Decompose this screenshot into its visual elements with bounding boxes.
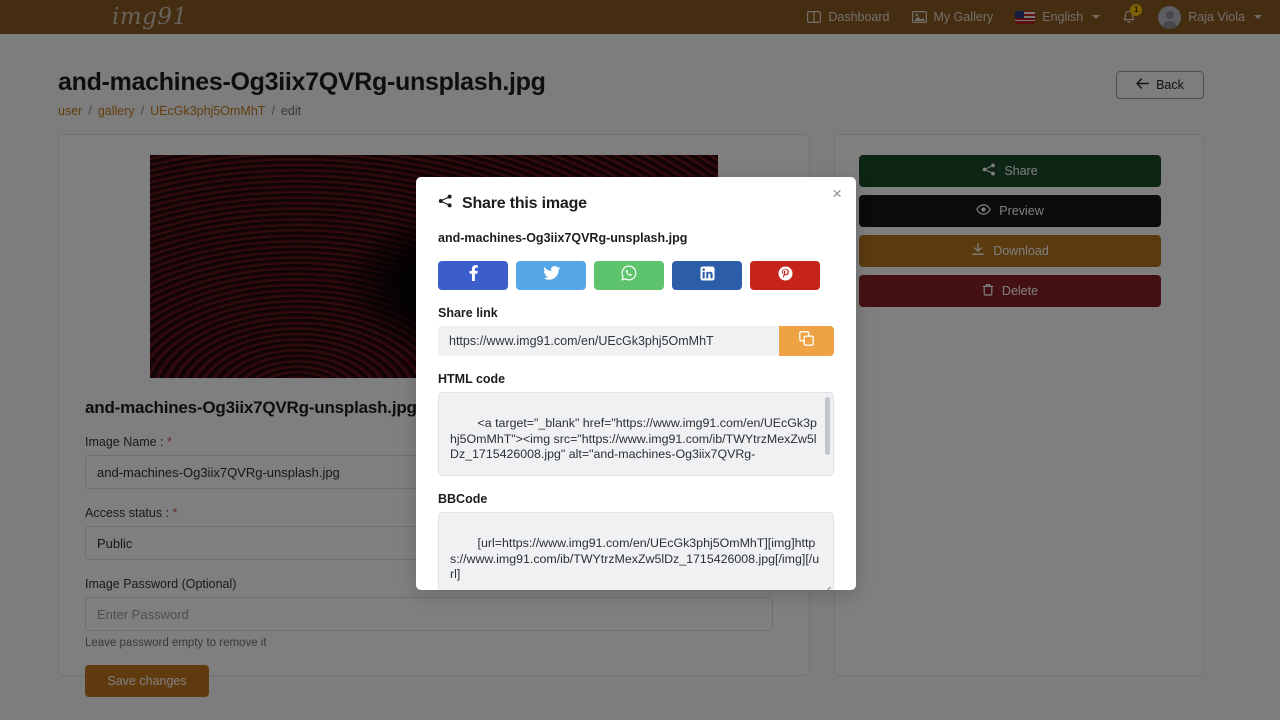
modal-title: Share this image xyxy=(438,194,834,213)
resize-handle[interactable] xyxy=(821,587,831,590)
share-pinterest-button[interactable] xyxy=(750,261,820,290)
facebook-icon xyxy=(469,265,478,286)
share-link-input[interactable]: https://www.img91.com/en/UEcGk3phj5OmMhT xyxy=(438,326,779,356)
share-linkedin-button[interactable] xyxy=(672,261,742,290)
share-modal: × Share this image and-machines-Og3iix7Q… xyxy=(416,177,856,590)
share-twitter-button[interactable] xyxy=(516,261,586,290)
bbcode-text: [url=https://www.img91.com/en/UEcGk3phj5… xyxy=(450,536,820,581)
copy-icon xyxy=(799,331,814,351)
html-code-text: <a target="_blank" href="https://www.img… xyxy=(450,416,817,461)
close-icon[interactable]: × xyxy=(832,185,842,202)
textarea-scrollbar[interactable] xyxy=(825,397,830,455)
html-code-textarea[interactable]: <a target="_blank" href="https://www.img… xyxy=(438,392,834,476)
html-code-label: HTML code xyxy=(438,372,506,386)
social-share-row xyxy=(438,261,834,290)
twitter-icon xyxy=(543,266,560,285)
share-facebook-button[interactable] xyxy=(438,261,508,290)
pinterest-icon xyxy=(778,266,793,286)
page-root: img91 Dashboard My Gallery xyxy=(0,0,1280,720)
modal-file-name: and-machines-Og3iix7QVRg-unsplash.jpg xyxy=(438,231,688,245)
modal-title-text: Share this image xyxy=(462,194,587,212)
share-icon xyxy=(438,194,453,213)
linkedin-icon xyxy=(700,266,715,286)
bbcode-label: BBCode xyxy=(438,492,488,506)
share-whatsapp-button[interactable] xyxy=(594,261,664,290)
share-link-label: Share link xyxy=(438,306,498,320)
whatsapp-icon xyxy=(621,265,637,286)
share-link-row: https://www.img91.com/en/UEcGk3phj5OmMhT xyxy=(438,326,834,356)
copy-link-button[interactable] xyxy=(779,326,834,356)
bbcode-textarea[interactable]: [url=https://www.img91.com/en/UEcGk3phj5… xyxy=(438,512,834,590)
